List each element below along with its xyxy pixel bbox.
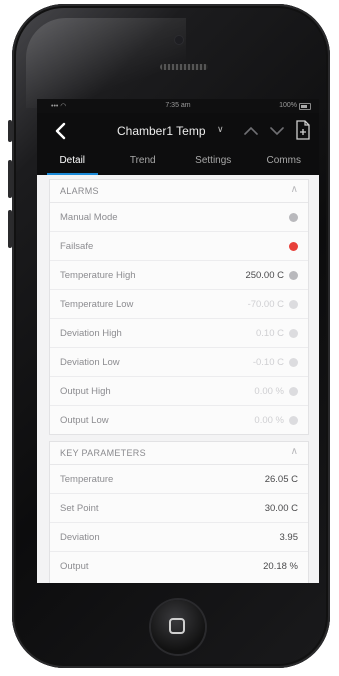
status-dot-icon: [289, 387, 298, 396]
param-row-temperature: Temperature 26.05 C: [50, 465, 308, 494]
tab-trend[interactable]: Trend: [108, 149, 179, 175]
collapse-chevron-icon[interactable]: ∧: [291, 446, 298, 457]
collapse-chevron-icon[interactable]: ∧: [291, 184, 298, 195]
home-square-icon: [169, 618, 185, 634]
document-add-icon[interactable]: [295, 120, 311, 140]
param-value: 20.18 %: [263, 561, 298, 572]
page-title[interactable]: Chamber1 Temp: [117, 124, 206, 138]
earpiece-speaker: [160, 64, 208, 70]
param-value: 30.00 C: [264, 503, 298, 514]
alarm-row-deviation-low: Deviation Low -0.10 C: [50, 348, 308, 377]
alarm-label: Manual Mode: [60, 212, 118, 223]
alarm-row-manual-mode: Manual Mode: [50, 203, 308, 232]
alarm-row-deviation-high: Deviation High 0.10 C: [50, 319, 308, 348]
front-camera: [175, 36, 183, 44]
alarms-header[interactable]: ALARMS ∧: [50, 180, 308, 203]
status-dot-icon: [289, 329, 298, 338]
key-parameters-header[interactable]: KEY PARAMETERS ∧: [50, 442, 308, 465]
battery-percent: 100%: [279, 102, 297, 109]
chevron-up-icon[interactable]: [241, 121, 261, 141]
chevron-down-icon[interactable]: [267, 121, 287, 141]
alarm-value: -70.00 C: [247, 299, 284, 310]
alarm-value: -0.10 C: [252, 357, 284, 368]
detail-content[interactable]: ALARMS ∧ Manual Mode Failsafe Temperatur…: [37, 175, 319, 583]
key-parameters-title: KEY PARAMETERS: [60, 448, 146, 458]
param-label: Output: [60, 561, 89, 572]
param-row-deviation: Deviation 3.95: [50, 523, 308, 552]
tab-detail[interactable]: Detail: [37, 149, 108, 175]
status-dot-icon: [289, 358, 298, 367]
param-label: Deviation: [60, 532, 100, 543]
key-parameters-card: KEY PARAMETERS ∧ Temperature 26.05 C Set…: [49, 441, 309, 583]
alarm-active-dot-icon: [289, 242, 298, 251]
param-value: 3.95: [279, 532, 299, 543]
alarm-row-failsafe: Failsafe: [50, 232, 308, 261]
alarms-card: ALARMS ∧ Manual Mode Failsafe Temperatur…: [49, 179, 309, 435]
status-dot-icon: [289, 213, 298, 222]
param-label: Temperature: [60, 474, 114, 485]
mute-switch: [8, 120, 12, 142]
tab-comms[interactable]: Comms: [249, 149, 320, 175]
alarm-row-output-low: Output Low 0.00 %: [50, 406, 308, 434]
title-dropdown-icon[interactable]: ∨: [217, 124, 224, 135]
volume-down-button: [8, 210, 12, 248]
param-label: Set Point: [60, 503, 99, 514]
tab-bar: Detail Trend Settings Comms: [37, 149, 319, 175]
status-bar: ••• ◠ 7:35 am 100%: [37, 99, 319, 113]
param-value: 26.05 C: [264, 474, 298, 485]
alarm-label: Deviation High: [60, 328, 122, 339]
back-chevron-icon[interactable]: [51, 120, 73, 142]
alarm-label: Output High: [60, 386, 111, 397]
param-row-output: Output 20.18 %: [50, 552, 308, 580]
volume-up-button: [8, 160, 12, 198]
status-dot-icon: [289, 416, 298, 425]
alarm-label: Temperature Low: [60, 299, 134, 310]
tab-settings[interactable]: Settings: [178, 149, 249, 175]
phone-screen: ••• ◠ 7:35 am 100% Chamber1 Temp ∨ Detai…: [37, 99, 319, 583]
alarm-label: Temperature High: [60, 270, 136, 281]
status-time: 7:35 am: [165, 102, 191, 109]
status-dot-icon: [289, 271, 298, 280]
alarm-label: Output Low: [60, 415, 109, 426]
alarms-title: ALARMS: [60, 186, 99, 196]
alarm-value: 0.00 %: [254, 415, 284, 426]
app-bar: Chamber1 Temp ∨: [37, 113, 319, 149]
alarm-row-temperature-low: Temperature Low -70.00 C: [50, 290, 308, 319]
alarm-value: 0.00 %: [254, 386, 284, 397]
alarm-row-output-high: Output High 0.00 %: [50, 377, 308, 406]
alarm-value: 0.10 C: [256, 328, 284, 339]
alarm-label: Deviation Low: [60, 357, 120, 368]
alarm-row-temperature-high: Temperature High 250.00 C: [50, 261, 308, 290]
alarm-value: 250.00 C: [245, 270, 284, 281]
alarm-label: Failsafe: [60, 241, 94, 252]
param-row-set-point: Set Point 30.00 C: [50, 494, 308, 523]
status-dot-icon: [289, 300, 298, 309]
home-button[interactable]: [151, 600, 205, 654]
battery-icon: [299, 103, 311, 110]
phone-shine: [26, 18, 186, 108]
